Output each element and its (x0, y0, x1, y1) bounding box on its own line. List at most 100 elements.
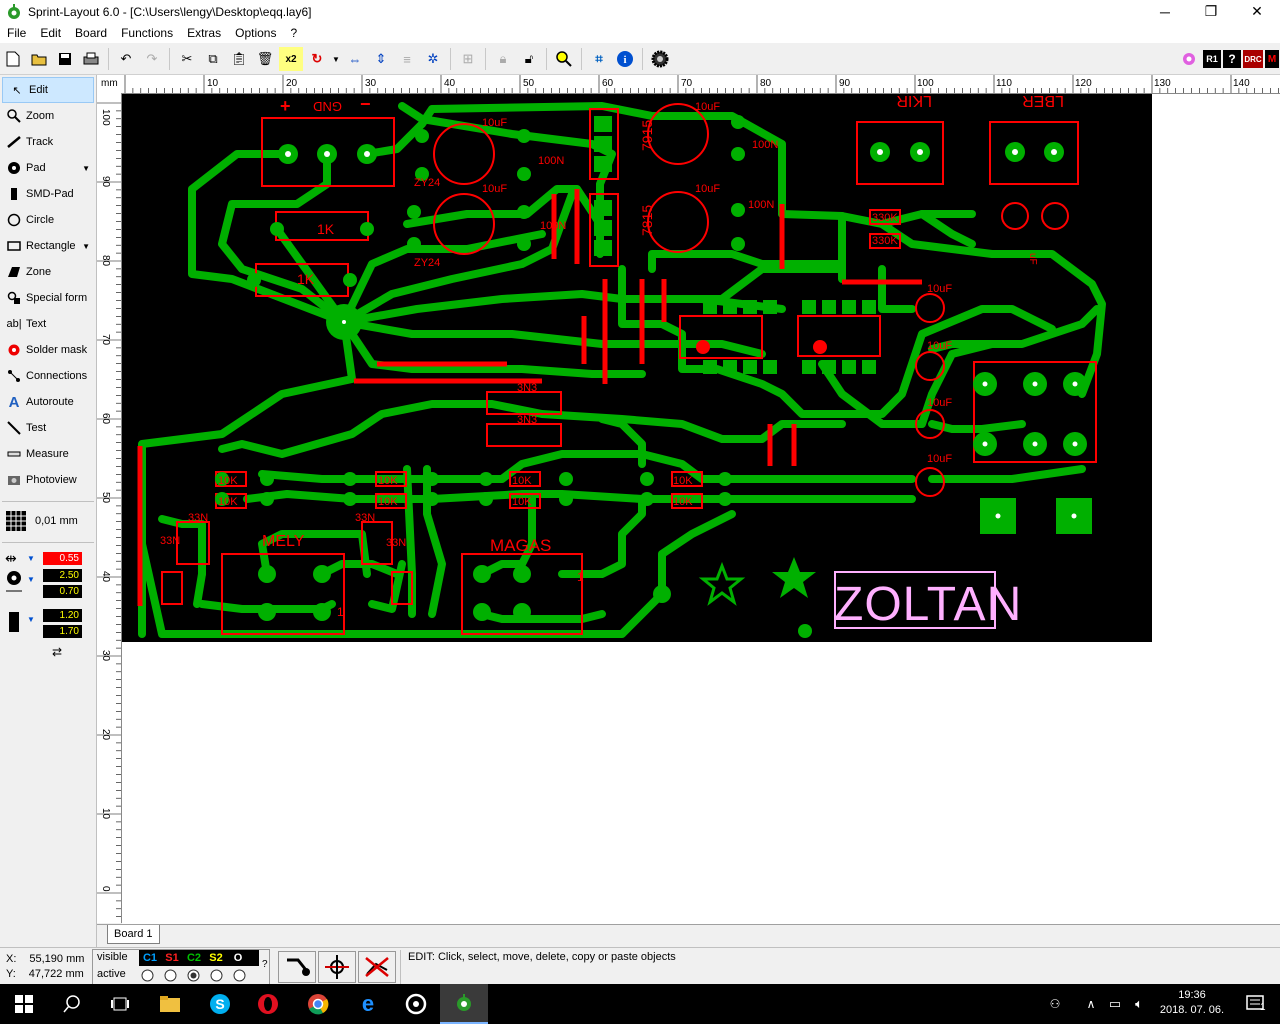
swap-icon[interactable]: ⇄ (0, 645, 96, 659)
menu-options[interactable]: Options (228, 26, 283, 40)
rotate-icon[interactable]: ↻ (305, 47, 329, 71)
minimize-button[interactable]: ─ (1142, 0, 1188, 23)
cut-icon[interactable]: ✂ (175, 47, 199, 71)
sprint-layout-taskbar-icon[interactable] (440, 984, 488, 1024)
tool-test[interactable]: Test (0, 415, 96, 441)
menu-functions[interactable]: Functions (114, 26, 180, 40)
file-explorer-icon[interactable] (146, 984, 194, 1024)
rotate-dropdown-icon[interactable]: ▼ (331, 47, 341, 71)
macro-icon[interactable]: M (1265, 50, 1279, 68)
chevron-down-icon[interactable]: ▼ (82, 242, 90, 251)
layer-o[interactable]: O (227, 952, 249, 964)
grid-setting[interactable]: 0,01 mm (0, 508, 96, 534)
tool-circle[interactable]: Circle (0, 207, 96, 233)
radio-c2[interactable] (187, 969, 200, 982)
menu-file[interactable]: File (0, 26, 33, 40)
menu-help[interactable]: ? (283, 26, 304, 40)
volume-icon[interactable]: 🔈︎ (1128, 984, 1150, 1024)
align-icon[interactable]: ≡ (395, 47, 419, 71)
layer-c2[interactable]: C2 (183, 952, 205, 964)
gear-icon[interactable] (648, 47, 672, 71)
layer-help[interactable]: ? (262, 959, 268, 970)
clock[interactable]: 19:36 2018. 07. 06. (1152, 988, 1232, 1018)
network-icon[interactable]: ▭ (1104, 984, 1126, 1024)
pcb-board[interactable]: GND + − 10uF 10uF 10uF 10uF 100N 100N 10… (122, 94, 1152, 642)
radio-c1[interactable] (141, 969, 154, 982)
chevron-down-icon[interactable]: ▼ (82, 164, 90, 173)
opera-icon[interactable] (244, 984, 292, 1024)
smd-height-input[interactable]: 1.70 (43, 625, 82, 638)
layer-c1[interactable]: C1 (139, 952, 161, 964)
drc-icon[interactable]: DRC (1243, 50, 1263, 68)
close-button[interactable]: ✕ (1234, 0, 1280, 23)
undo-icon[interactable]: ↶ (114, 47, 138, 71)
group-icon[interactable]: ✲ (421, 47, 445, 71)
radio-s2[interactable] (210, 969, 223, 982)
menu-edit[interactable]: Edit (33, 26, 68, 40)
r1-icon[interactable]: R1 (1203, 50, 1221, 68)
tool-edit[interactable]: ↖ Edit (2, 77, 94, 103)
task-view-icon[interactable] (96, 984, 144, 1024)
notifications-icon[interactable]: 1 (1236, 984, 1276, 1024)
save-icon[interactable] (53, 47, 77, 71)
menu-board[interactable]: Board (68, 26, 114, 40)
search-icon[interactable] (48, 984, 96, 1024)
tool-special-form[interactable]: Special form (0, 285, 96, 311)
help-icon[interactable]: ? (1223, 50, 1241, 68)
component-icon[interactable]: ⊞ (456, 47, 480, 71)
radio-o[interactable] (233, 969, 246, 982)
new-file-icon[interactable] (1, 47, 25, 71)
tool-solder-mask[interactable]: Solder mask (0, 337, 96, 363)
tool-autoroute[interactable]: A Autoroute (0, 389, 96, 415)
layer-s1[interactable]: S1 (161, 952, 183, 964)
skype-icon[interactable]: S (196, 984, 244, 1024)
crosshair-icon[interactable] (318, 951, 356, 983)
restore-button[interactable]: ❐ (1188, 0, 1234, 23)
tool-rectangle[interactable]: Rectangle ▼ (0, 233, 96, 259)
chrome-icon[interactable] (294, 984, 342, 1024)
tab-board-1[interactable]: Board 1 (107, 925, 160, 944)
tool-connections[interactable]: Connections (0, 363, 96, 389)
info-icon[interactable]: i (613, 47, 637, 71)
tool-text[interactable]: ab| Text (0, 311, 96, 337)
smd-width-input[interactable]: 1.20 (43, 609, 82, 622)
delete-icon[interactable]: 🗑︎ (253, 47, 277, 71)
menu-extras[interactable]: Extras (180, 26, 228, 40)
lock-icon[interactable]: 🔒︎ (491, 47, 515, 71)
open-file-icon[interactable] (27, 47, 51, 71)
connection-tool-icon[interactable] (278, 951, 316, 983)
tool-pad[interactable]: Pad ▼ (0, 155, 96, 181)
chevron-down-icon[interactable]: ▼ (27, 569, 43, 584)
chevron-down-icon[interactable]: ▼ (27, 609, 43, 624)
pink-circle-icon[interactable] (1177, 47, 1201, 71)
edge-icon[interactable]: e (344, 984, 392, 1024)
paste-icon[interactable]: 📋︎ (227, 47, 251, 71)
tool-track[interactable]: Track (0, 129, 96, 155)
layer-s2[interactable]: S2 (205, 952, 227, 964)
pad-outer-input[interactable]: 2.50 (43, 569, 82, 582)
crop-icon[interactable]: ⌗ (587, 47, 611, 71)
media-app-icon[interactable] (392, 984, 440, 1024)
copy-icon[interactable]: ⧉ (201, 47, 225, 71)
mirror-vertical-icon[interactable]: ⇕ (369, 47, 393, 71)
redo-icon[interactable]: ↷ (140, 47, 164, 71)
layout-canvas[interactable]: GND + − 10uF 10uF 10uF 10uF 100N 100N 10… (122, 94, 1280, 924)
unlock-icon[interactable]: 🔓︎ (517, 47, 541, 71)
pad-inner-input[interactable]: 0.70 (43, 585, 82, 598)
mirror-horizontal-icon[interactable]: ⇔ (343, 47, 367, 71)
tool-zoom[interactable]: Zoom (0, 103, 96, 129)
track-width-input[interactable]: 0.55 (43, 551, 82, 565)
tool-zone[interactable]: Zone (0, 259, 96, 285)
tool-photoview[interactable]: Photoview (0, 467, 96, 493)
people-icon[interactable]: ⚇ (1035, 984, 1075, 1024)
rubberband-off-icon[interactable] (358, 951, 396, 983)
zoom-factor-icon[interactable]: x2 (279, 47, 303, 71)
radio-s1[interactable] (164, 969, 177, 982)
chevron-down-icon[interactable]: ▼ (27, 554, 43, 563)
print-icon[interactable] (79, 47, 103, 71)
zoom-icon[interactable] (552, 47, 576, 71)
tool-measure[interactable]: Measure (0, 441, 96, 467)
tool-smd-pad[interactable]: SMD-Pad (0, 181, 96, 207)
start-button[interactable] (0, 984, 48, 1024)
tray-chevron-up-icon[interactable]: ∧ (1080, 984, 1102, 1024)
